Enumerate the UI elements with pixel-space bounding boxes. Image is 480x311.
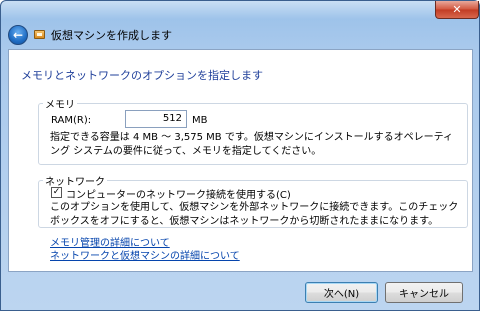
page-heading: メモリとネットワークのオプションを指定します	[21, 69, 263, 82]
title-bar: ← 仮想マシンを作成します	[1, 19, 479, 49]
virtual-machine-icon	[34, 30, 45, 39]
close-button[interactable]: ✕	[435, 1, 479, 19]
network-checkbox-label[interactable]: コンピューターのネットワーク接続を使用する(C)	[66, 186, 291, 201]
next-button[interactable]: 次へ(N)	[305, 282, 378, 303]
create-vm-dialog: ✕ ← 仮想マシンを作成します メモリとネットワークのオプションを指定します メ…	[0, 0, 480, 311]
checkmark-icon: ✓	[52, 187, 61, 197]
ram-label: RAM(R):	[51, 115, 92, 126]
close-icon: ✕	[452, 3, 462, 16]
content-panel: メモリとネットワークのオプションを指定します メモリ RAM(R): 512 M…	[8, 49, 473, 272]
network-group: ネットワーク ✓ コンピューターのネットワーク接続を使用する(C) このオプショ…	[38, 173, 468, 228]
cancel-button[interactable]: キャンセル	[385, 282, 463, 303]
memory-group-title: メモリ	[43, 96, 77, 111]
back-arrow-icon: ←	[12, 28, 24, 42]
network-details-link[interactable]: ネットワークと仮想マシンの詳細について	[50, 247, 240, 262]
back-button[interactable]: ←	[8, 25, 28, 45]
ram-input[interactable]: 512	[125, 110, 187, 128]
window-title: 仮想マシンを作成します	[51, 29, 172, 42]
ram-unit: MB	[192, 115, 208, 126]
memory-description: 指定できる容量は 4 MB ～ 3,575 MB です。仮想マシンにインストール…	[50, 132, 454, 157]
network-description: このオプションを使用して、仮想マシンを外部ネットワークに接続できます。このチェッ…	[50, 202, 459, 227]
memory-group: メモリ RAM(R): 512 MB 指定できる容量は 4 MB ～ 3,575…	[38, 96, 468, 165]
network-checkbox[interactable]: ✓	[51, 187, 62, 198]
